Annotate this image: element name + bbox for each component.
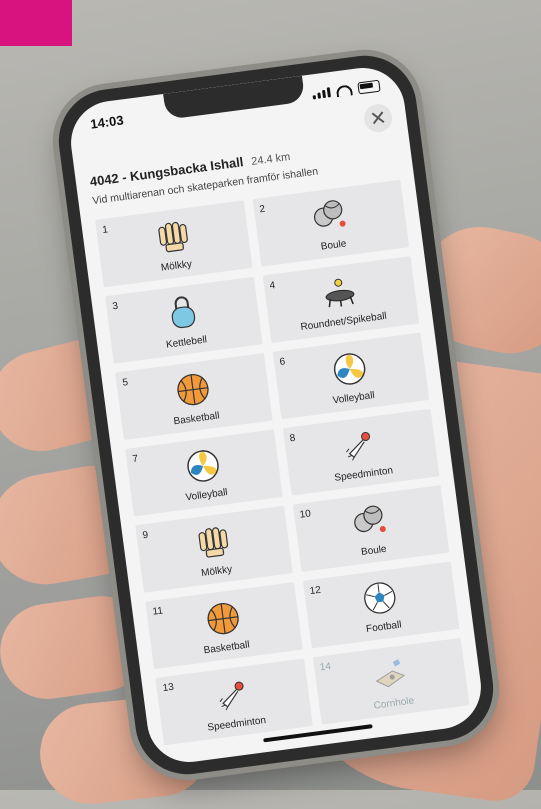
phone-body: 14:03 ✕ 4042 - Kungsbacka Ishall 24.4 km… bbox=[52, 49, 500, 781]
wifi-icon bbox=[335, 83, 353, 97]
card-number: 1 bbox=[101, 224, 109, 237]
volleyball-icon bbox=[331, 350, 369, 388]
equipment-card[interactable]: 5 Basketball bbox=[115, 353, 273, 441]
card-label: Basketball bbox=[203, 639, 251, 657]
volleyball-icon bbox=[184, 447, 222, 485]
equipment-card[interactable]: 11 Basketball bbox=[145, 582, 303, 670]
card-label: Kettlebell bbox=[165, 334, 208, 351]
battery-icon bbox=[357, 79, 381, 95]
shuttlecock-icon bbox=[214, 676, 252, 714]
equipment-card[interactable]: 9 Mölkky bbox=[135, 505, 293, 593]
status-time: 14:03 bbox=[89, 111, 125, 132]
card-number: 4 bbox=[268, 280, 276, 292]
roundnet-icon bbox=[321, 274, 359, 312]
card-number: 7 bbox=[131, 453, 139, 466]
card-label: Volleyball bbox=[184, 487, 229, 504]
equipment-card[interactable]: 3 Kettlebell bbox=[105, 276, 263, 364]
equipment-card[interactable]: 1 Mölkky bbox=[94, 200, 253, 288]
card-number: 13 bbox=[162, 681, 175, 695]
card-number: 8 bbox=[289, 432, 296, 445]
card-label: Basketball bbox=[172, 410, 221, 428]
equipment-card[interactable]: 8 Speedminton bbox=[282, 408, 440, 496]
equipment-card[interactable]: 4 Roundnet/Spikeball bbox=[262, 256, 420, 344]
equipment-card[interactable]: 12 Football bbox=[302, 561, 460, 649]
card-label: Roundnet/Spikeball bbox=[299, 310, 388, 333]
card-number: 14 bbox=[319, 661, 332, 674]
card-number: 9 bbox=[141, 529, 149, 542]
phone: 14:03 ✕ 4042 - Kungsbacka Ishall 24.4 km… bbox=[0, 0, 541, 790]
close-icon: ✕ bbox=[368, 106, 388, 131]
kettlebell-icon bbox=[164, 294, 202, 332]
equipment-grid: 1 Mölkky 2 Boule 3 Kettlebell 4 Roundnet/Spikeb… bbox=[94, 179, 470, 746]
boule-icon bbox=[351, 503, 389, 541]
boule-icon bbox=[311, 197, 349, 235]
equipment-card[interactable]: 13 Speedminton bbox=[155, 658, 313, 746]
cornhole-icon bbox=[371, 655, 409, 693]
card-number: 2 bbox=[258, 203, 266, 216]
card-number: 12 bbox=[309, 584, 322, 598]
molkky-icon bbox=[154, 218, 192, 256]
football-icon bbox=[361, 579, 399, 617]
card-number: 11 bbox=[151, 605, 164, 618]
card-number: 3 bbox=[111, 300, 119, 313]
basketball-icon bbox=[174, 371, 212, 409]
card-number: 10 bbox=[299, 508, 312, 521]
equipment-card: 14 Cornhole bbox=[312, 637, 470, 725]
card-label: Boule bbox=[360, 543, 388, 559]
card-label: Volleyball bbox=[332, 390, 376, 407]
signal-icon bbox=[312, 87, 331, 100]
card-number: 5 bbox=[121, 377, 129, 389]
equipment-card[interactable]: 6 Volleyball bbox=[272, 332, 430, 420]
location-distance: 24.4 km bbox=[250, 150, 291, 168]
close-button[interactable]: ✕ bbox=[362, 102, 394, 134]
phone-screen: 14:03 ✕ 4042 - Kungsbacka Ishall 24.4 km… bbox=[65, 62, 487, 768]
card-number: 6 bbox=[278, 356, 286, 369]
card-label: Cornhole bbox=[373, 695, 415, 712]
equipment-card[interactable]: 2 Boule bbox=[252, 179, 410, 267]
shuttlecock-icon bbox=[341, 426, 379, 464]
basketball-icon bbox=[204, 600, 242, 638]
molkky-icon bbox=[194, 523, 232, 561]
equipment-card[interactable]: 10 Boule bbox=[292, 485, 450, 573]
card-label: Mölkky bbox=[200, 564, 233, 580]
equipment-card[interactable]: 7 Volleyball bbox=[125, 429, 283, 517]
card-label: Speedminton bbox=[333, 465, 394, 484]
card-label: Boule bbox=[320, 238, 348, 253]
card-label: Mölkky bbox=[160, 258, 193, 274]
card-label: Football bbox=[365, 619, 403, 636]
